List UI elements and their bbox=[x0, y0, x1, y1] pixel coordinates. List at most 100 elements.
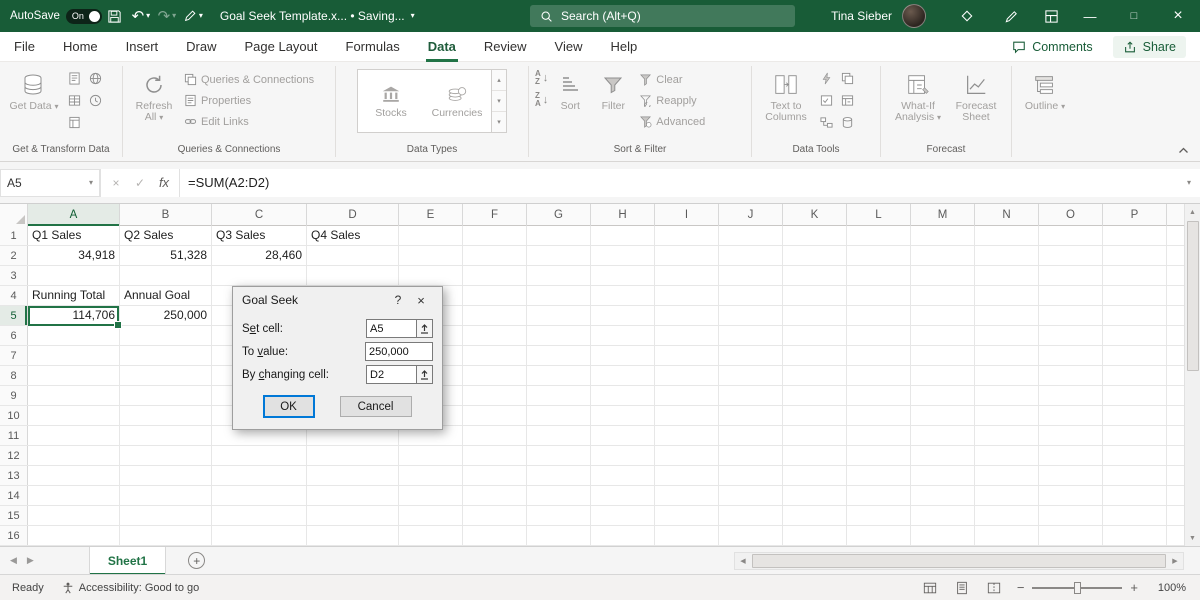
recent-sources-button[interactable] bbox=[85, 90, 105, 111]
cell-H6[interactable] bbox=[591, 326, 655, 346]
cell-O15[interactable] bbox=[1039, 506, 1103, 526]
cell-I16[interactable] bbox=[655, 526, 719, 546]
row-header-9[interactable]: 9 bbox=[0, 386, 28, 405]
cell-N9[interactable] bbox=[975, 386, 1039, 406]
edit-links-button[interactable]: Edit Links bbox=[181, 111, 317, 132]
cell-P6[interactable] bbox=[1103, 326, 1167, 346]
from-table-button[interactable] bbox=[64, 90, 84, 111]
cell-B14[interactable] bbox=[120, 486, 212, 506]
row-header-13[interactable]: 13 bbox=[0, 466, 28, 485]
column-header-J[interactable]: J bbox=[719, 204, 783, 226]
cell-N2[interactable] bbox=[975, 246, 1039, 266]
cell-J11[interactable] bbox=[719, 426, 783, 446]
cell-I3[interactable] bbox=[655, 266, 719, 286]
cell-J15[interactable] bbox=[719, 506, 783, 526]
sheet-tab-sheet1[interactable]: Sheet1 bbox=[89, 547, 166, 575]
from-text-button[interactable] bbox=[64, 68, 84, 89]
cell-D1[interactable]: Q4 Sales bbox=[307, 226, 399, 246]
cell-N12[interactable] bbox=[975, 446, 1039, 466]
cell-K8[interactable] bbox=[783, 366, 847, 386]
maximize-button[interactable]: □ bbox=[1112, 0, 1156, 32]
search-box[interactable]: Search (Alt+Q) bbox=[530, 5, 795, 27]
share-button[interactable]: Share bbox=[1113, 36, 1186, 58]
cell-I2[interactable] bbox=[655, 246, 719, 266]
cell-O2[interactable] bbox=[1039, 246, 1103, 266]
cell-M12[interactable] bbox=[911, 446, 975, 466]
cell-K14[interactable] bbox=[783, 486, 847, 506]
cell-I14[interactable] bbox=[655, 486, 719, 506]
cell-L12[interactable] bbox=[847, 446, 911, 466]
column-header-M[interactable]: M bbox=[911, 204, 975, 226]
cell-M16[interactable] bbox=[911, 526, 975, 546]
cell-H2[interactable] bbox=[591, 246, 655, 266]
cell-G3[interactable] bbox=[527, 266, 591, 286]
cell-D15[interactable] bbox=[307, 506, 399, 526]
cell-K9[interactable] bbox=[783, 386, 847, 406]
close-button[interactable]: × bbox=[1156, 0, 1200, 32]
page-layout-view-button[interactable] bbox=[953, 579, 971, 597]
column-header-O[interactable]: O bbox=[1039, 204, 1103, 226]
cell-J5[interactable] bbox=[719, 306, 783, 326]
cell-B2[interactable]: 51,328 bbox=[120, 246, 212, 266]
cell-B10[interactable] bbox=[120, 406, 212, 426]
cell-G13[interactable] bbox=[527, 466, 591, 486]
existing-connections-button[interactable] bbox=[64, 112, 84, 133]
cell-C1[interactable]: Q3 Sales bbox=[212, 226, 307, 246]
by-changing-cell-range-selector-button[interactable] bbox=[416, 365, 433, 384]
text-to-columns-button[interactable]: Text to Columns bbox=[758, 67, 814, 123]
cell-M7[interactable] bbox=[911, 346, 975, 366]
cell-M6[interactable] bbox=[911, 326, 975, 346]
set-cell-range-selector-button[interactable] bbox=[416, 319, 433, 338]
cell-B1[interactable]: Q2 Sales bbox=[120, 226, 212, 246]
cell-P11[interactable] bbox=[1103, 426, 1167, 446]
cell-E1[interactable] bbox=[399, 226, 463, 246]
cell-F13[interactable] bbox=[463, 466, 527, 486]
cell-L2[interactable] bbox=[847, 246, 911, 266]
cell-A3[interactable] bbox=[28, 266, 120, 286]
cell-P7[interactable] bbox=[1103, 346, 1167, 366]
column-header-L[interactable]: L bbox=[847, 204, 911, 226]
cell-K15[interactable] bbox=[783, 506, 847, 526]
from-web-button[interactable] bbox=[85, 68, 105, 89]
tab-help[interactable]: Help bbox=[596, 32, 651, 62]
cell-M11[interactable] bbox=[911, 426, 975, 446]
row-header-2[interactable]: 2 bbox=[0, 246, 28, 265]
cell-D3[interactable] bbox=[307, 266, 399, 286]
cell-N14[interactable] bbox=[975, 486, 1039, 506]
gallery-down-button[interactable]: ▾ bbox=[492, 91, 506, 112]
filter-button[interactable]: Filter bbox=[592, 67, 634, 112]
cell-H1[interactable] bbox=[591, 226, 655, 246]
cell-G8[interactable] bbox=[527, 366, 591, 386]
cell-J6[interactable] bbox=[719, 326, 783, 346]
cell-O7[interactable] bbox=[1039, 346, 1103, 366]
get-data-button[interactable]: Get Data ▾ bbox=[6, 67, 62, 112]
cell-I1[interactable] bbox=[655, 226, 719, 246]
cell-G9[interactable] bbox=[527, 386, 591, 406]
cell-O3[interactable] bbox=[1039, 266, 1103, 286]
column-header-P[interactable]: P bbox=[1103, 204, 1167, 226]
column-header-F[interactable]: F bbox=[463, 204, 527, 226]
column-header-H[interactable]: H bbox=[591, 204, 655, 226]
relationships-button[interactable] bbox=[816, 112, 836, 133]
cell-B6[interactable] bbox=[120, 326, 212, 346]
cell-A7[interactable] bbox=[28, 346, 120, 366]
cell-G10[interactable] bbox=[527, 406, 591, 426]
cell-D2[interactable] bbox=[307, 246, 399, 266]
cell-F16[interactable] bbox=[463, 526, 527, 546]
cell-O1[interactable] bbox=[1039, 226, 1103, 246]
cell-A2[interactable]: 34,918 bbox=[28, 246, 120, 266]
cell-F7[interactable] bbox=[463, 346, 527, 366]
zoom-percentage[interactable]: 100% bbox=[1152, 582, 1186, 594]
advanced-filter-button[interactable]: Advanced bbox=[636, 111, 708, 132]
ribbon-display-button[interactable] bbox=[1038, 0, 1064, 32]
cell-K11[interactable] bbox=[783, 426, 847, 446]
cell-A12[interactable] bbox=[28, 446, 120, 466]
scroll-down-button[interactable]: ▼ bbox=[1185, 530, 1200, 546]
tab-formulas[interactable]: Formulas bbox=[332, 32, 414, 62]
cell-K3[interactable] bbox=[783, 266, 847, 286]
formula-input[interactable]: =SUM(A2:D2) bbox=[179, 169, 1178, 197]
cell-J3[interactable] bbox=[719, 266, 783, 286]
cell-O10[interactable] bbox=[1039, 406, 1103, 426]
queries-connections-button[interactable]: Queries & Connections bbox=[181, 69, 317, 90]
cell-H13[interactable] bbox=[591, 466, 655, 486]
